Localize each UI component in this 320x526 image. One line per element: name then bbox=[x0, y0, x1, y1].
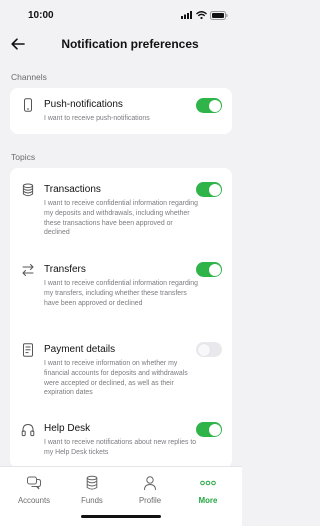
section-label-channels: Channels bbox=[11, 72, 47, 82]
tab-funds[interactable]: Funds bbox=[68, 475, 116, 505]
transfer-arrows-icon bbox=[22, 264, 34, 276]
tab-more[interactable]: More bbox=[184, 475, 232, 505]
topic-desc: I want to receive confidential informati… bbox=[44, 280, 198, 307]
profile-person-icon bbox=[144, 476, 156, 491]
document-icon bbox=[23, 343, 33, 357]
topic-desc: I want to receive confidential informati… bbox=[44, 200, 198, 237]
transactions-toggle[interactable] bbox=[196, 182, 222, 197]
database-icon bbox=[22, 183, 34, 197]
back-button[interactable] bbox=[9, 34, 27, 54]
channel-item-push: Push-notifications I want to receive pus… bbox=[10, 88, 232, 134]
home-indicator bbox=[81, 515, 161, 518]
topic-name: Help Desk bbox=[44, 423, 91, 434]
accounts-chat-icon bbox=[27, 476, 41, 490]
battery-icon bbox=[210, 10, 228, 20]
topic-item-help-desk: Help Desk I want to receive notification… bbox=[10, 410, 232, 468]
tab-label: Accounts bbox=[17, 496, 51, 505]
phone-icon bbox=[24, 98, 32, 112]
tab-label: Profile bbox=[138, 496, 162, 505]
signal-icon bbox=[181, 11, 192, 19]
push-notifications-toggle[interactable] bbox=[196, 98, 222, 113]
page-title: Notification preferences bbox=[61, 37, 199, 51]
topic-item-transfers: Transfers I want to receive confidential… bbox=[10, 248, 232, 328]
status-icons bbox=[181, 10, 228, 20]
topic-item-transactions: Transactions I want to receive confident… bbox=[10, 168, 232, 248]
topic-name: Transfers bbox=[44, 264, 86, 275]
topic-item-payment-details: Payment details I want to receive inform… bbox=[10, 328, 232, 410]
topic-desc: I want to receive notifications about ne… bbox=[44, 439, 197, 456]
transfers-toggle[interactable] bbox=[196, 262, 222, 277]
help-desk-toggle[interactable] bbox=[196, 422, 222, 437]
more-dots-icon bbox=[200, 480, 216, 486]
tab-label: Funds bbox=[81, 496, 103, 505]
header: Notification preferences bbox=[0, 30, 242, 58]
tab-label: More bbox=[198, 496, 218, 505]
channel-desc: I want to receive push-notifications bbox=[44, 115, 150, 122]
tab-profile[interactable]: Profile bbox=[126, 475, 174, 505]
topic-desc: I want to receive information on whether… bbox=[44, 360, 188, 397]
topic-name: Transactions bbox=[44, 184, 101, 195]
topic-name: Payment details bbox=[44, 344, 116, 355]
tab-accounts[interactable]: Accounts bbox=[10, 475, 58, 505]
funds-coins-icon bbox=[86, 475, 98, 490]
payment-details-toggle[interactable] bbox=[196, 342, 222, 357]
section-label-topics: Topics bbox=[11, 152, 36, 162]
channel-name: Push-notifications bbox=[44, 99, 123, 110]
wifi-icon bbox=[196, 11, 207, 19]
back-arrow-icon bbox=[11, 38, 25, 50]
topics-card: Transactions I want to receive confident… bbox=[10, 168, 232, 468]
channels-card: Push-notifications I want to receive pus… bbox=[10, 88, 232, 134]
headphones-icon bbox=[21, 423, 35, 437]
status-time: 10:00 bbox=[28, 9, 54, 21]
status-bar: 10:00 bbox=[0, 0, 242, 30]
